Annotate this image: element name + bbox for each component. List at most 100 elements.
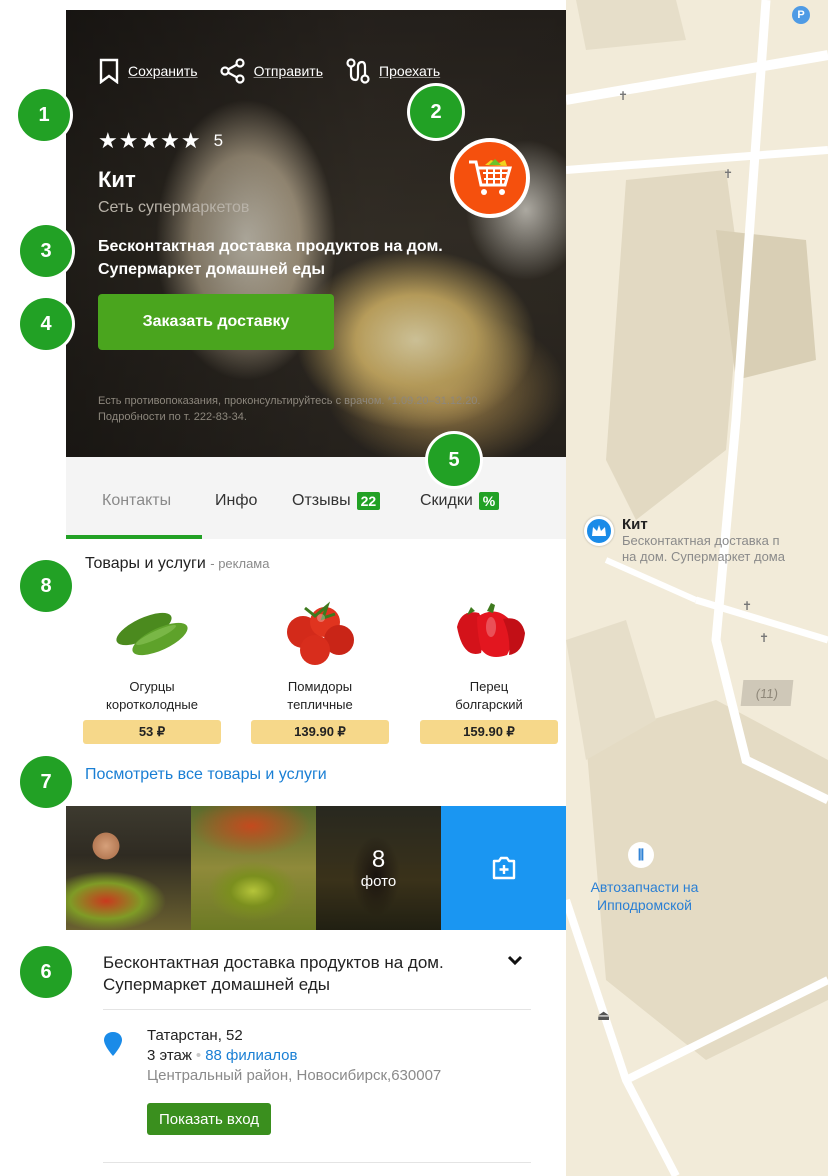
- photo-gallery-more[interactable]: 8 фото: [316, 806, 441, 930]
- tab-contacts-label: Контакты: [102, 492, 172, 509]
- action-bar: Сохранить Отправить Проехать: [98, 58, 440, 84]
- location-pin-icon: [102, 1030, 124, 1063]
- route-label: Проехать: [379, 63, 441, 79]
- products-title: Товары и услуги: [85, 555, 206, 572]
- product-name-line2: коротколодные: [106, 697, 198, 712]
- auto-parts-icon[interactable]: ⫼: [628, 842, 654, 868]
- callout-marker-1: 1: [18, 89, 70, 141]
- callout-marker-2: 2: [410, 86, 462, 138]
- product-name-line2: болгарский: [455, 697, 523, 712]
- callout-marker-3: 3: [20, 225, 72, 277]
- callout-marker-8: 8: [20, 560, 72, 612]
- product-card-pepper[interactable]: Перец болгарский 159.90 ₽: [419, 592, 559, 744]
- product-card-cucumber[interactable]: Огурцы коротколодные 53 ₽: [82, 592, 222, 744]
- promo-text: Бесконтактная доставка продуктов на дом.…: [98, 238, 443, 278]
- order-delivery-button[interactable]: Заказать доставку: [98, 294, 334, 350]
- product-name: Огурцы коротколодные: [82, 678, 222, 714]
- products-section-title: Товары и услуги - реклама: [85, 555, 269, 573]
- photo-strip: 8 фото: [66, 806, 566, 930]
- photo-thumbnail[interactable]: [66, 806, 191, 930]
- map-auto-line1: Автозапчасти на: [590, 879, 699, 895]
- chevron-down-icon[interactable]: [505, 950, 525, 975]
- product-name-line1: Огурцы: [129, 679, 175, 694]
- reviews-count-badge: 22: [356, 492, 381, 510]
- house-number: (11): [740, 680, 794, 706]
- divider: [103, 1162, 531, 1163]
- product-name: Помидоры тепличные: [250, 678, 390, 714]
- save-label: Сохранить: [128, 63, 198, 79]
- tab-discounts[interactable]: Скидки %: [420, 492, 500, 510]
- add-photo-icon: [492, 856, 515, 880]
- tab-reviews[interactable]: Отзывы 22: [292, 492, 381, 510]
- map-poi-sub-2: на дом. Супермаркет дома: [622, 549, 785, 564]
- route-button[interactable]: Проехать: [345, 58, 440, 84]
- discount-badge: %: [478, 492, 500, 510]
- callout-marker-6: 6: [20, 946, 72, 998]
- share-button[interactable]: Отправить: [219, 58, 323, 84]
- cucumber-icon: [82, 592, 222, 672]
- product-price: 139.90 ₽: [251, 720, 389, 744]
- map-poi-sub-1: Бесконтактная доставка п: [622, 533, 780, 548]
- separator-dot: •: [195, 1047, 202, 1064]
- map-streets: ✝ ✝ ✝ ✝ ⏏: [566, 0, 828, 1176]
- crown-icon: [584, 516, 614, 546]
- star-icons: ★★★★★: [98, 128, 202, 153]
- photo-count: 8 фото: [316, 806, 441, 930]
- cart-logo-icon: [450, 138, 530, 218]
- branches-link[interactable]: 88 филиалов: [205, 1047, 297, 1064]
- tomato-icon: [250, 592, 390, 672]
- ad-label: - реклама: [210, 556, 270, 571]
- callout-marker-4: 4: [20, 298, 72, 350]
- product-price: 159.90 ₽: [420, 720, 558, 744]
- tab-reviews-label: Отзывы: [292, 492, 351, 509]
- svg-text:✝: ✝: [759, 631, 769, 645]
- address-street: Татарстан, 52: [147, 1027, 243, 1044]
- hero-banner: Сохранить Отправить Проехать ★★★★★ 5 Кит…: [66, 10, 566, 457]
- tab-bar: Контакты Инфо Отзывы 22 Скидки %: [66, 457, 566, 539]
- save-button[interactable]: Сохранить: [98, 58, 198, 84]
- product-name-line1: Перец: [469, 679, 509, 694]
- tab-active-indicator: [66, 535, 202, 539]
- disclaimer-text: Есть противопоказания, проконсультируйте…: [98, 395, 481, 423]
- pepper-icon: [419, 592, 559, 672]
- tab-contacts[interactable]: Контакты: [102, 492, 171, 510]
- share-icon: [219, 58, 245, 84]
- place-title: Кит: [98, 167, 136, 192]
- photo-thumbnail[interactable]: [191, 806, 316, 930]
- product-name-line2: тепличные: [287, 697, 353, 712]
- map-poi-title: Кит: [622, 516, 648, 533]
- svg-text:✝: ✝: [723, 167, 733, 181]
- photo-count-label: фото: [360, 872, 397, 890]
- map-view[interactable]: ✝ ✝ ✝ ✝ ⏏ P (11): [566, 0, 828, 1176]
- product-card-tomato[interactable]: Помидоры тепличные 139.90 ₽: [250, 592, 390, 744]
- add-photo-button[interactable]: [441, 806, 566, 930]
- photo-count-number: 8: [371, 845, 386, 873]
- share-label: Отправить: [253, 63, 323, 79]
- address-block: Татарстан, 52 3 этаж • 88 филиалов Централ…: [147, 1026, 441, 1086]
- product-name-line1: Помидоры: [287, 679, 353, 694]
- show-entrance-button[interactable]: Показать вход: [147, 1103, 271, 1135]
- divider: [103, 1009, 531, 1010]
- svg-text:⏏: ⏏: [597, 1008, 610, 1024]
- callout-marker-7: 7: [20, 756, 72, 808]
- map-poi-auto[interactable]: Автозапчасти на Ипподромской: [577, 878, 712, 914]
- see-all-products-link[interactable]: Посмотреть все товары и услуги: [85, 766, 327, 784]
- description-text: Бесконтактная доставка продуктов на дом.…: [103, 953, 444, 994]
- route-icon: [346, 58, 370, 84]
- map-poi-kit[interactable]: Кит Бесконтактная доставка п на дом. Суп…: [584, 516, 785, 565]
- map-auto-line2: Ипподромской: [597, 897, 692, 913]
- bookmark-icon: [99, 58, 119, 84]
- rating-value: 5: [213, 131, 225, 150]
- svg-text:✝: ✝: [618, 89, 628, 103]
- tab-info[interactable]: Инфо: [215, 492, 257, 510]
- place-category: Сеть супермаркетов: [98, 199, 250, 216]
- product-price: 53 ₽: [83, 720, 221, 744]
- rating: ★★★★★ 5: [98, 128, 224, 154]
- tab-info-label: Инфо: [215, 492, 258, 509]
- tab-discounts-label: Скидки: [420, 492, 473, 509]
- product-name: Перец болгарский: [419, 678, 559, 714]
- svg-text:✝: ✝: [742, 599, 752, 613]
- address-district: Центральный район, Новосибирск,630007: [147, 1067, 442, 1084]
- address-floor: 3 этаж: [147, 1047, 192, 1064]
- parking-icon: P: [792, 6, 810, 24]
